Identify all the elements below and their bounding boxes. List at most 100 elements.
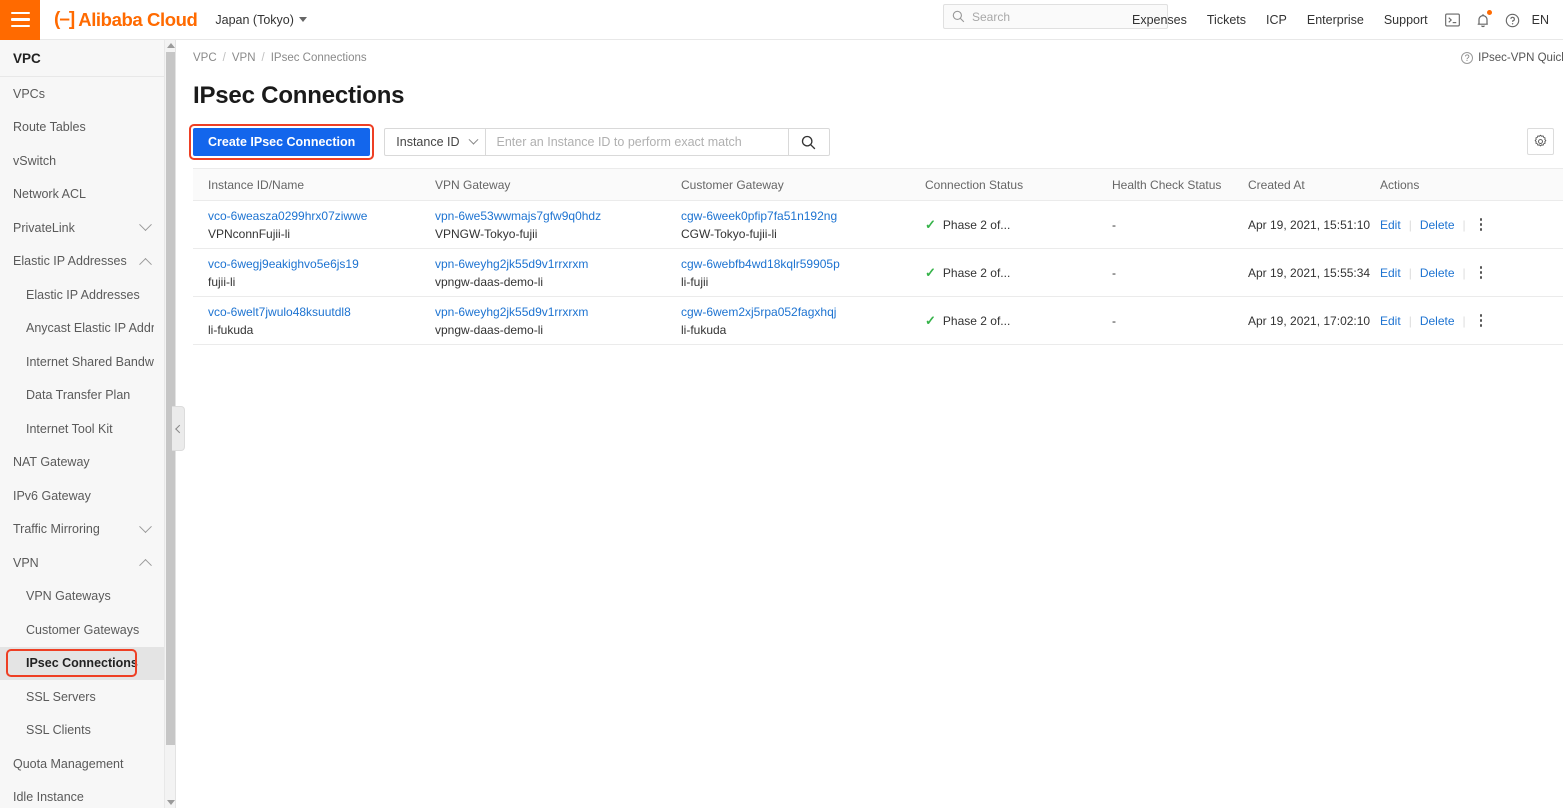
- sidebar-item-network-acl[interactable]: Network ACL: [0, 178, 164, 212]
- vpn-gateway-name: vpngw-daas-demo-li: [435, 274, 544, 289]
- sidebar-item-anycast-elastic-ip-addresses[interactable]: Anycast Elastic IP Addresses: [0, 312, 164, 346]
- sidebar-item-ssl-servers[interactable]: SSL Servers: [0, 680, 164, 714]
- more-actions-icon[interactable]: [1474, 215, 1489, 234]
- ipsec-connections-table: Instance ID/Name VPN Gateway Customer Ga…: [193, 168, 1563, 345]
- sidebar-item-traffic-mirroring[interactable]: Traffic Mirroring: [0, 513, 164, 547]
- customer-gateway-name: CGW-Tokyo-fujii-li: [681, 226, 777, 241]
- sidebar-item-ipsec-connections[interactable]: IPsec Connections: [0, 646, 164, 680]
- delete-action-link[interactable]: Delete: [1420, 266, 1455, 280]
- customer-gateway-link[interactable]: cgw-6webfb4wd18kqlr59905p: [681, 256, 925, 272]
- instance-id-link[interactable]: vco-6weasza0299hrx07ziwwe: [208, 208, 435, 224]
- edit-action-link[interactable]: Edit: [1380, 218, 1401, 232]
- sidebar-item-internet-tool-kit[interactable]: Internet Tool Kit: [0, 412, 164, 446]
- cell-vpn-gateway: vpn-6weyhg2jk55d9v1rrxrxm vpngw-daas-demo…: [435, 304, 681, 338]
- vpn-gateway-link[interactable]: vpn-6weyhg2jk55d9v1rrxrxm: [435, 304, 681, 320]
- customer-gateway-link[interactable]: cgw-6wem2xj5rpa052fagxhqj: [681, 304, 925, 320]
- sidebar-item-vswitch[interactable]: vSwitch: [0, 144, 164, 178]
- vpn-gateway-link[interactable]: vpn-6we53wwmajs7gfw9q0hdz: [435, 208, 681, 224]
- hamburger-menu-icon[interactable]: [0, 0, 40, 40]
- region-selector[interactable]: Japan (Tokyo): [215, 13, 307, 27]
- sidebar-item-route-tables[interactable]: Route Tables: [0, 111, 164, 145]
- cell-instance: vco-6wegj9eakighvo5e6js19 fujii-li: [193, 256, 435, 290]
- sidebar-item-internet-shared-bandwidth[interactable]: Internet Shared Bandwidth: [0, 345, 164, 379]
- chevron-down-icon[interactable]: [139, 520, 152, 533]
- cell-vpn-gateway: vpn-6weyhg2jk55d9v1rrxrxm vpngw-daas-demo…: [435, 256, 681, 290]
- status-check-icon: ✓: [925, 265, 936, 280]
- sidebar-item-label: Internet Shared Bandwidth: [26, 354, 154, 369]
- instance-id-link[interactable]: vco-6welt7jwulo48ksuutdl8: [208, 304, 435, 320]
- scroll-up-arrow-icon[interactable]: [167, 43, 175, 48]
- delete-action-link[interactable]: Delete: [1420, 314, 1455, 328]
- sidebar-item-label: VPCs: [13, 86, 45, 101]
- column-header-health-check-status: Health Check Status: [1112, 177, 1222, 192]
- more-actions-icon[interactable]: [1474, 263, 1489, 282]
- ipsec-vpn-quick-link[interactable]: ? IPsec-VPN Quick: [1461, 52, 1563, 64]
- chevron-down-icon[interactable]: [139, 218, 152, 232]
- alibaba-cloud-logo[interactable]: (–] Alibaba Cloud: [54, 9, 198, 31]
- sidebar-item-nat-gateway[interactable]: NAT Gateway: [0, 446, 164, 480]
- sidebar-item-privatelink[interactable]: PrivateLink: [0, 211, 164, 245]
- table-row: vco-6wegj9eakighvo5e6js19 fujii-li vpn-6we…: [193, 249, 1563, 297]
- connection-status-text: Phase 2 of...: [942, 217, 1011, 232]
- edit-action-link[interactable]: Edit: [1380, 314, 1401, 328]
- sidebar-scrollbar-thumb[interactable]: [166, 52, 175, 745]
- sidebar-item-quota-management[interactable]: Quota Management: [0, 747, 164, 781]
- instance-id-link[interactable]: vco-6wegj9eakighvo5e6js19: [208, 256, 435, 272]
- breadcrumb-item-vpc[interactable]: VPC: [193, 52, 217, 64]
- more-actions-icon[interactable]: [1474, 311, 1489, 330]
- breadcrumb: VPC / VPN / IPsec Connections: [193, 52, 367, 64]
- edit-action-link[interactable]: Edit: [1380, 266, 1401, 280]
- cell-actions: Edit | Delete |: [1380, 215, 1563, 234]
- sidebar-item-list: VPCs Route Tables vSwitch Network ACL Privat…: [0, 77, 164, 808]
- nav-link-icp[interactable]: ICP: [1256, 13, 1297, 27]
- sidebar-item-elastic-ip-addresses[interactable]: Elastic IP Addresses: [0, 245, 164, 279]
- breadcrumb-item-vpn[interactable]: VPN: [232, 52, 256, 64]
- cell-actions: Edit | Delete |: [1380, 263, 1563, 282]
- sidebar-item-customer-gateways[interactable]: Customer Gateways: [0, 613, 164, 647]
- table-settings-button[interactable]: [1527, 128, 1554, 155]
- sidebar-item-elastic-ip-addresses[interactable]: Elastic IP Addresses: [0, 278, 164, 312]
- create-ipsec-connection-button[interactable]: Create IPsec Connection: [193, 128, 371, 156]
- toolbar: Create IPsec Connection Instance ID Ente…: [189, 124, 830, 160]
- action-separator: |: [1462, 313, 1466, 328]
- sidebar-item-ipv6-gateway[interactable]: IPv6 Gateway: [0, 479, 164, 513]
- sidebar-product-title: VPC: [0, 40, 164, 77]
- sidebar-item-label: PrivateLink: [13, 220, 75, 235]
- table-header-row: Instance ID/Name VPN Gateway Customer Ga…: [193, 168, 1563, 201]
- nav-link-support[interactable]: Support: [1374, 13, 1438, 27]
- main-content-area: VPC / VPN / IPsec Connections ? IPsec-VP…: [177, 40, 1563, 808]
- nav-link-enterprise[interactable]: Enterprise: [1297, 13, 1374, 27]
- sidebar-item-vpn[interactable]: VPN: [0, 546, 164, 580]
- sidebar-item-idle-instance[interactable]: Idle Instance: [0, 781, 164, 808]
- notification-bell-icon[interactable]: [1468, 0, 1498, 40]
- sidebar-item-vpn-gateways[interactable]: VPN Gateways: [0, 580, 164, 614]
- vpn-gateway-link[interactable]: vpn-6weyhg2jk55d9v1rrxrxm: [435, 256, 681, 272]
- sidebar-item-label: Idle Instance: [13, 790, 84, 805]
- sidebar-item-vpcs[interactable]: VPCs: [0, 77, 164, 111]
- language-selector[interactable]: EN: [1528, 13, 1557, 27]
- vpn-gateway-name: vpngw-daas-demo-li: [435, 322, 544, 337]
- table-body: vco-6weasza0299hrx07ziwwe VPNconnFujii-li…: [193, 201, 1563, 345]
- scroll-down-arrow-icon[interactable]: [167, 800, 175, 805]
- filter-type-select[interactable]: Instance ID: [384, 128, 486, 156]
- action-separator: |: [1462, 265, 1466, 280]
- breadcrumb-item-current: IPsec Connections: [270, 52, 367, 64]
- instance-id-search-input[interactable]: Enter an Instance ID to perform exact ma…: [485, 128, 789, 156]
- search-submit-button[interactable]: [788, 128, 830, 156]
- sidebar-collapse-toggle[interactable]: [172, 406, 185, 451]
- breadcrumb-separator: /: [222, 52, 226, 64]
- help-circle-icon[interactable]: [1498, 0, 1528, 40]
- console-terminal-icon[interactable]: [1438, 0, 1468, 40]
- chevron-up-icon[interactable]: [139, 257, 152, 271]
- nav-link-tickets[interactable]: Tickets: [1197, 13, 1256, 27]
- sidebar-item-ssl-clients[interactable]: SSL Clients: [0, 714, 164, 748]
- column-header-vpn-gateway: VPN Gateway: [435, 177, 511, 192]
- chevron-up-icon[interactable]: [139, 559, 152, 572]
- notification-badge-dot: [1486, 10, 1492, 15]
- sidebar-item-data-transfer-plan[interactable]: Data Transfer Plan: [0, 379, 164, 413]
- nav-link-expenses[interactable]: Expenses: [1122, 13, 1197, 27]
- customer-gateway-link[interactable]: cgw-6week0pfip7fa51n192ng: [681, 208, 925, 224]
- sidebar-item-label: Data Transfer Plan: [26, 388, 131, 403]
- region-label: Japan (Tokyo): [215, 12, 294, 27]
- delete-action-link[interactable]: Delete: [1420, 218, 1455, 232]
